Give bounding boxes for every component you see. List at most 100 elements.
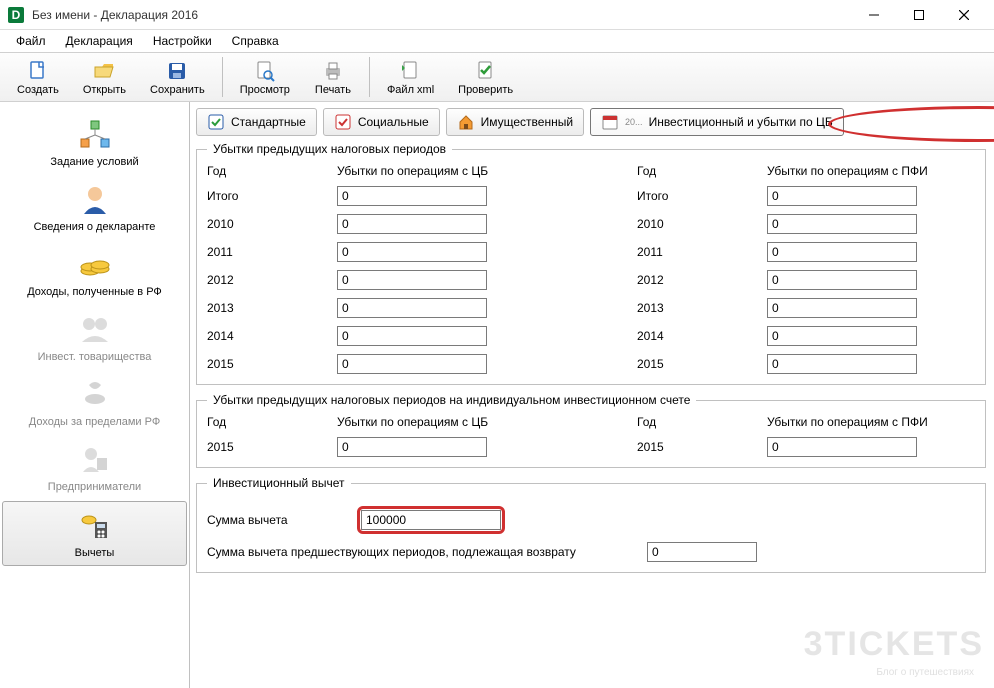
check-icon <box>474 59 498 83</box>
sidebar-label-declarant: Сведения о декларанте <box>34 221 156 233</box>
row-year-r: 2014 <box>637 329 737 343</box>
watermark: 3TICKETS <box>804 625 984 664</box>
entrepreneur-icon <box>77 442 113 478</box>
sidebar-item-invest-partnerships[interactable]: Инвест. товарищества <box>2 305 187 370</box>
conditions-icon <box>77 117 113 153</box>
col-year: Год <box>207 415 307 429</box>
sidebar-item-deductions[interactable]: Вычеты <box>2 501 187 566</box>
toolbar-print-button[interactable]: Печать <box>303 56 363 99</box>
app-icon: D <box>8 7 24 23</box>
close-button[interactable] <box>941 1 986 29</box>
deduction-sum-label: Сумма вычета <box>207 513 337 527</box>
checkbox-icon <box>207 113 225 131</box>
sidebar: Задание условий Сведения о декларанте До… <box>0 102 190 688</box>
open-folder-icon <box>92 59 116 83</box>
toolbar-open-label: Открыть <box>83 84 126 96</box>
sidebar-item-declarant[interactable]: Сведения о декларанте <box>2 175 187 240</box>
toolbar-preview-button[interactable]: Просмотр <box>229 56 301 99</box>
toolbar-save-button[interactable]: Сохранить <box>139 56 216 99</box>
input-cb[interactable] <box>337 214 487 234</box>
menu-bar: Файл Декларация Настройки Справка <box>0 30 994 52</box>
col-year: Год <box>207 164 307 178</box>
input-cb[interactable] <box>337 437 487 457</box>
input-pfi[interactable] <box>767 242 917 262</box>
input-cb[interactable] <box>337 354 487 374</box>
sidebar-label-conditions: Задание условий <box>50 156 138 168</box>
deduction-prev-input[interactable] <box>647 542 757 562</box>
title-bar: D Без имени - Декларация 2016 <box>0 0 994 30</box>
sidebar-label-entrepreneurs: Предприниматели <box>48 481 141 493</box>
tab-investment-label: Инвестиционный и убытки по ЦБ <box>649 115 833 129</box>
input-pfi[interactable] <box>767 437 917 457</box>
toolbar-filexml-button[interactable]: Файл xml <box>376 56 445 99</box>
toolbar-save-label: Сохранить <box>150 84 205 96</box>
highlight-ellipse <box>828 106 994 142</box>
group-investment-deduction: Инвестиционный вычет Сумма вычета Сумма … <box>196 476 986 573</box>
tab-property-label: Имущественный <box>481 115 573 129</box>
partnership-icon <box>77 312 113 348</box>
row-year: Итого <box>207 189 307 203</box>
sidebar-label-deductions: Вычеты <box>75 547 115 559</box>
toolbar-create-button[interactable]: Создать <box>6 56 70 99</box>
sidebar-label-income-abroad: Доходы за пределами РФ <box>29 416 160 428</box>
input-pfi[interactable] <box>767 298 917 318</box>
coins-icon <box>77 247 113 283</box>
group-iis-losses: Убытки предыдущих налоговых периодов на … <box>196 393 986 468</box>
row-year-r: 2015 <box>637 440 737 454</box>
input-pfi[interactable] <box>767 270 917 290</box>
tab-investment[interactable]: 20... Инвестиционный и убытки по ЦБ <box>590 108 844 136</box>
menu-declaration[interactable]: Декларация <box>58 32 141 50</box>
tab-standard[interactable]: Стандартные <box>196 108 317 136</box>
minimize-button[interactable] <box>851 1 896 29</box>
sidebar-label-invest-partnerships: Инвест. товарищества <box>38 351 152 363</box>
row-year: 2011 <box>207 245 307 259</box>
sidebar-item-income-abroad[interactable]: Доходы за пределами РФ <box>2 370 187 435</box>
tab-property[interactable]: Имущественный <box>446 108 584 136</box>
watermark-sub: Блог о путешествиях <box>876 667 974 678</box>
sidebar-item-income-rf[interactable]: Доходы, полученные в РФ <box>2 240 187 305</box>
toolbar-open-button[interactable]: Открыть <box>72 56 137 99</box>
input-cb[interactable] <box>337 186 487 206</box>
toolbar-check-button[interactable]: Проверить <box>447 56 524 99</box>
toolbar-create-label: Создать <box>17 84 59 96</box>
input-cb[interactable] <box>337 326 487 346</box>
input-pfi[interactable] <box>767 186 917 206</box>
input-cb[interactable] <box>337 242 487 262</box>
sidebar-item-entrepreneurs[interactable]: Предприниматели <box>2 435 187 500</box>
col-year-r: Год <box>637 164 737 178</box>
checkbox-alt-icon <box>334 113 352 131</box>
tab-strip: Стандартные Социальные Имущественный 20.… <box>196 108 986 136</box>
deduction-prev-label: Сумма вычета предшествующих периодов, по… <box>207 545 627 559</box>
house-icon <box>457 113 475 131</box>
new-file-icon <box>26 59 50 83</box>
print-icon <box>321 59 345 83</box>
row-year: 2010 <box>207 217 307 231</box>
maximize-button[interactable] <box>896 1 941 29</box>
input-cb[interactable] <box>337 270 487 290</box>
menu-file[interactable]: Файл <box>8 32 54 50</box>
row-year-r: 2015 <box>637 357 737 371</box>
input-pfi[interactable] <box>767 214 917 234</box>
toolbar-preview-label: Просмотр <box>240 84 290 96</box>
col-year-r: Год <box>637 415 737 429</box>
calendar-icon <box>601 113 619 131</box>
input-pfi[interactable] <box>767 326 917 346</box>
xml-file-icon <box>399 59 423 83</box>
row-year-r: Итого <box>637 189 737 203</box>
menu-settings[interactable]: Настройки <box>145 32 220 50</box>
input-cb[interactable] <box>337 298 487 318</box>
row-year-r: 2013 <box>637 301 737 315</box>
input-pfi[interactable] <box>767 354 917 374</box>
group-iis-losses-legend: Убытки предыдущих налоговых периодов на … <box>207 393 696 407</box>
tab-standard-label: Стандартные <box>231 115 306 129</box>
losses-grid: Год Убытки по операциям с ЦБ Год Убытки … <box>207 164 975 374</box>
tab-social[interactable]: Социальные <box>323 108 440 136</box>
menu-help[interactable]: Справка <box>224 32 287 50</box>
sidebar-label-income-rf: Доходы, полученные в РФ <box>27 286 162 298</box>
deduction-sum-input[interactable] <box>361 510 501 530</box>
save-icon <box>165 59 189 83</box>
tab-social-label: Социальные <box>358 115 429 129</box>
group-investment-deduction-legend: Инвестиционный вычет <box>207 476 351 490</box>
sidebar-item-conditions[interactable]: Задание условий <box>2 110 187 175</box>
col-cb: Убытки по операциям с ЦБ <box>337 415 517 429</box>
